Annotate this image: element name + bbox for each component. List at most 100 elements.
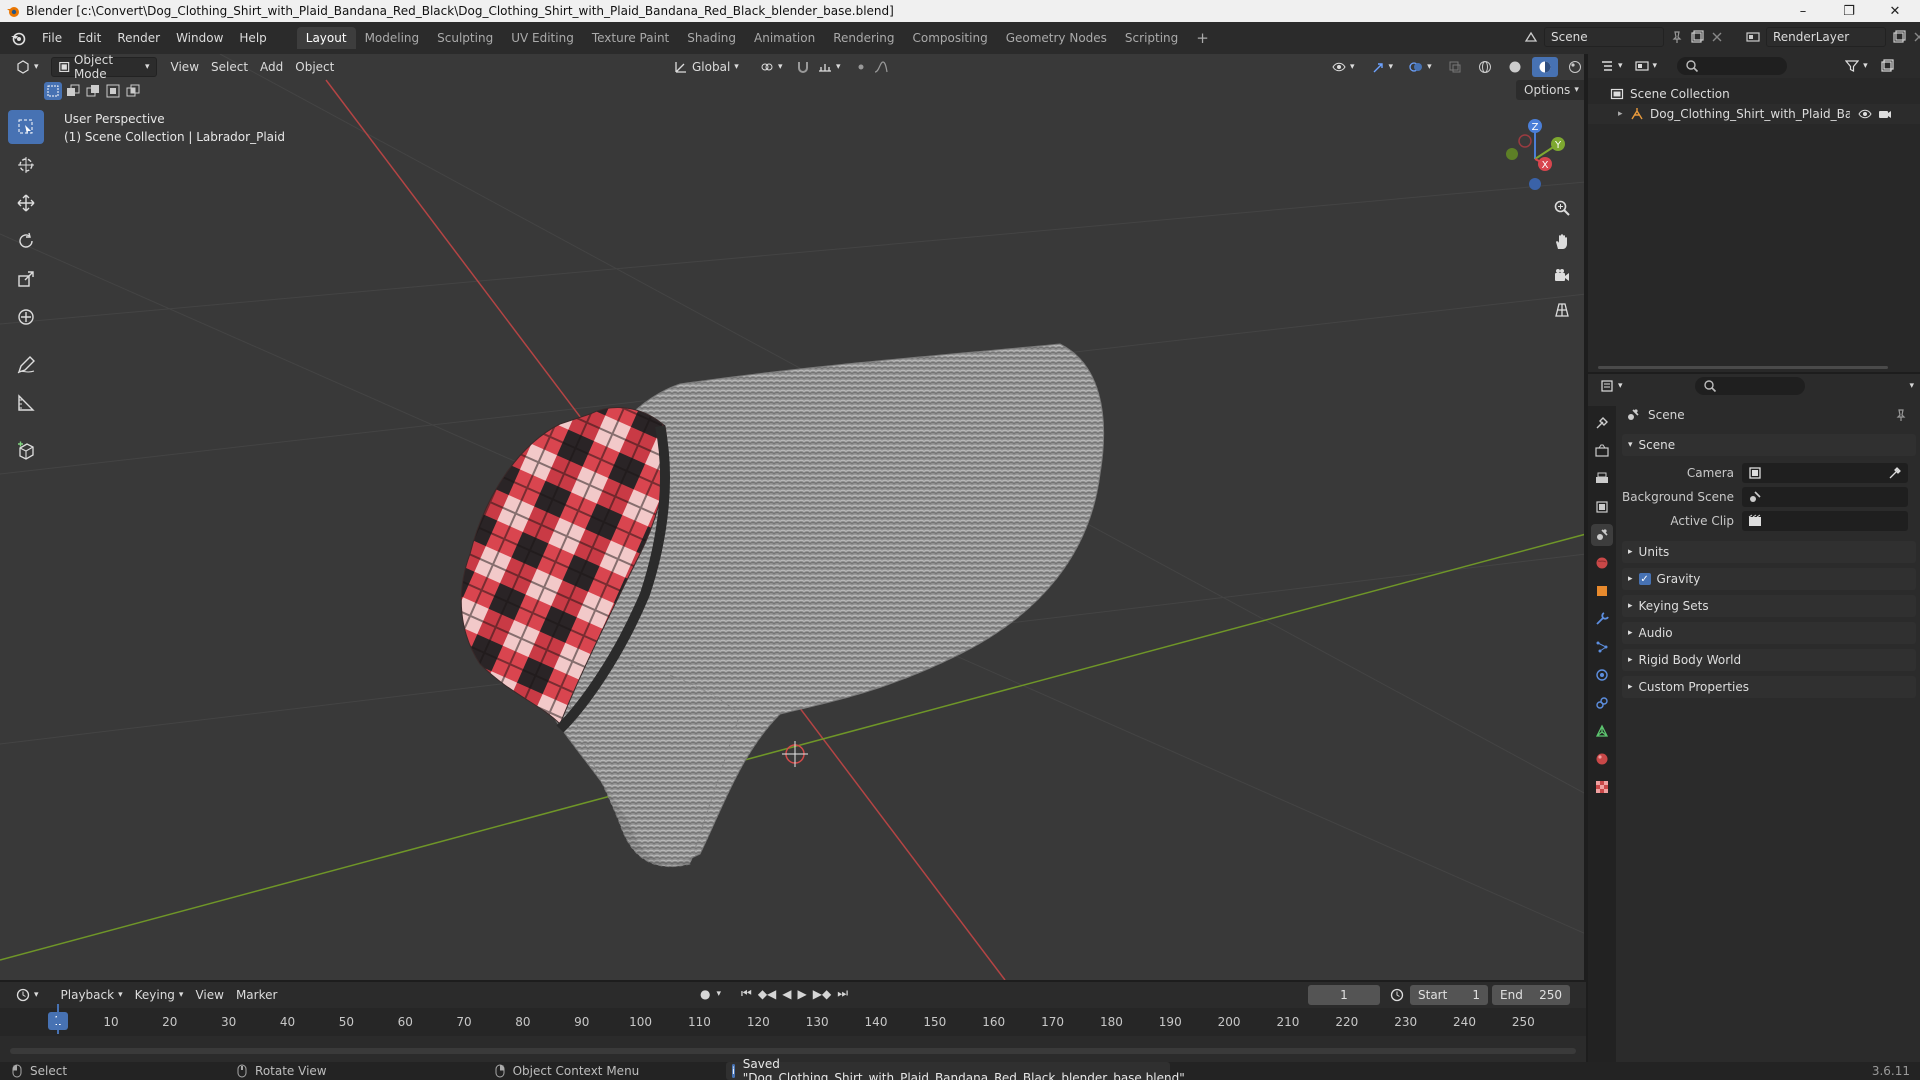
gravity-checkbox[interactable]: ✓ — [1638, 573, 1651, 585]
tab-view-layer[interactable] — [1591, 496, 1613, 518]
add-cube-tool[interactable] — [8, 434, 44, 468]
timeline-scrollbar[interactable] — [10, 1048, 1576, 1054]
workspace-tab-animation[interactable]: Animation — [745, 27, 824, 49]
active-clip-field[interactable] — [1742, 511, 1908, 531]
navigation-gizmo[interactable]: Z Y X — [1488, 114, 1578, 204]
eyedropper-icon[interactable] — [1888, 466, 1902, 480]
menu-file[interactable]: File — [34, 31, 70, 45]
start-frame-field[interactable]: Start 1 — [1410, 985, 1488, 1005]
select-box-tool[interactable] — [8, 110, 44, 144]
timeline-editor-type-button[interactable]: ▾ — [10, 985, 45, 1005]
tab-modifiers[interactable] — [1591, 608, 1613, 630]
select-new-button[interactable] — [44, 82, 62, 100]
ortho-toggle-button[interactable] — [1548, 296, 1576, 324]
background-scene-field[interactable] — [1742, 487, 1908, 507]
outliner-scrollbar[interactable] — [1598, 366, 1888, 369]
workspace-tab-uv-editing[interactable]: UV Editing — [502, 27, 583, 49]
viewport-menu-add[interactable]: Add — [254, 57, 289, 77]
minimize-button[interactable]: – — [1780, 0, 1826, 22]
panel-keying-sets-header[interactable]: ▸ Keying Sets — [1622, 595, 1916, 617]
menu-help[interactable]: Help — [231, 31, 274, 45]
play-button[interactable]: ▶ — [798, 987, 807, 1001]
mode-selector[interactable]: Object Mode ▾ — [50, 54, 157, 81]
panel-gravity-header[interactable]: ▸ ✓ Gravity — [1622, 568, 1916, 590]
pan-button[interactable] — [1548, 228, 1576, 256]
snap-target-selector[interactable]: ▾ — [812, 57, 847, 77]
xray-toggle[interactable] — [1442, 57, 1468, 77]
select-extend-button[interactable] — [64, 82, 82, 100]
pin-icon[interactable] — [1670, 30, 1684, 44]
tab-object[interactable] — [1591, 580, 1613, 602]
tab-particles[interactable] — [1591, 636, 1613, 658]
options-dropdown[interactable]: Options ▾ — [1516, 80, 1584, 100]
tab-render[interactable] — [1591, 440, 1613, 462]
delete-scene-icon[interactable] — [1710, 30, 1724, 44]
record-button[interactable]: ● — [700, 987, 710, 1001]
shading-solid-button[interactable] — [1502, 57, 1528, 77]
workspace-tab-layout[interactable]: Layout — [296, 27, 356, 49]
viewport-scene[interactable] — [0, 54, 1586, 980]
3d-viewport[interactable]: ▾ Object Mode ▾ View Select Add Object G… — [0, 54, 1586, 980]
timeline-menu-keying[interactable]: Keying ▾ — [129, 985, 190, 1005]
tab-material[interactable] — [1591, 748, 1613, 770]
visibility-toggle[interactable]: ▾ — [1326, 57, 1361, 77]
scene-selector[interactable]: Scene — [1544, 27, 1664, 47]
zoom-button[interactable] — [1548, 194, 1576, 222]
timeline-menu-marker[interactable]: Marker — [230, 985, 283, 1005]
shading-rendered-button[interactable]: ▾ — [1562, 57, 1584, 77]
jump-end-button[interactable]: ⏭ — [837, 986, 848, 1001]
menu-edit[interactable]: Edit — [70, 31, 109, 45]
workspace-tab-texture-paint[interactable]: Texture Paint — [583, 27, 678, 49]
workspace-tab-scripting[interactable]: Scripting — [1116, 27, 1187, 49]
timeline-menu-view[interactable]: View — [189, 985, 229, 1005]
viewport-menu-view[interactable]: View — [165, 57, 205, 77]
select-intersect-button[interactable] — [124, 82, 142, 100]
delete-view-layer-icon[interactable] — [1912, 30, 1920, 44]
select-subtract-button[interactable] — [84, 82, 102, 100]
display-mode-selector[interactable]: ▾ — [1629, 56, 1664, 76]
outliner-filter-button[interactable]: ▾ — [1839, 56, 1874, 76]
view-layer-selector[interactable]: RenderLayer — [1766, 27, 1886, 47]
move-tool[interactable] — [8, 186, 44, 220]
eye-icon[interactable] — [1858, 107, 1872, 121]
transform-orientation-selector[interactable]: Global ▾ — [668, 57, 745, 77]
tab-constraints[interactable] — [1591, 692, 1613, 714]
editor-type-button[interactable]: ▾ — [10, 57, 45, 77]
viewport-menu-object[interactable]: Object — [289, 57, 340, 77]
camera-field[interactable] — [1742, 463, 1908, 483]
gizmos-toggle[interactable]: ▾ — [1365, 57, 1400, 77]
chevron-down-icon[interactable]: ▾ — [1909, 381, 1914, 391]
timeline-ruler[interactable]: 10 20 30 40 50 60 70 80 90 100 110 120 130 140 150 160 1… — [0, 1008, 1586, 1036]
pin-icon[interactable] — [1894, 408, 1908, 422]
jump-next-keyframe-button[interactable]: ▶◆ — [813, 987, 831, 1001]
outliner-editor-type-button[interactable]: ▾ — [1594, 56, 1629, 76]
camera-view-button[interactable] — [1548, 262, 1576, 290]
jump-prev-keyframe-button[interactable]: ◆◀ — [758, 987, 776, 1001]
timeline-menu-playback[interactable]: Playback ▾ — [55, 985, 129, 1005]
current-frame-field[interactable]: 1 — [1308, 985, 1380, 1005]
menu-window[interactable]: Window — [168, 31, 231, 45]
tab-texture[interactable] — [1591, 776, 1613, 798]
viewport-menu-select[interactable]: Select — [205, 57, 254, 77]
tab-world[interactable] — [1591, 552, 1613, 574]
scene-icon[interactable] — [1524, 30, 1538, 44]
panel-custom-properties-header[interactable]: ▸ Custom Properties — [1622, 676, 1916, 698]
view-layer-icon[interactable] — [1746, 30, 1760, 44]
close-button[interactable]: ✕ — [1872, 0, 1918, 22]
rotate-tool[interactable] — [8, 224, 44, 258]
annotate-tool[interactable] — [8, 348, 44, 382]
new-scene-icon[interactable] — [1690, 30, 1704, 44]
properties-editor-type-button[interactable]: ▾ — [1594, 376, 1629, 396]
tab-output[interactable] — [1591, 468, 1613, 490]
transform-tool[interactable] — [8, 300, 44, 334]
new-collection-button[interactable] — [1874, 56, 1900, 76]
cursor-tool[interactable] — [8, 148, 44, 182]
tab-data[interactable] — [1591, 720, 1613, 742]
workspace-tab-sculpting[interactable]: Sculpting — [428, 27, 502, 49]
panel-audio-header[interactable]: ▸ Audio — [1622, 622, 1916, 644]
panel-units-header[interactable]: ▸ Units — [1622, 541, 1916, 563]
scale-tool[interactable] — [8, 262, 44, 296]
overlays-toggle[interactable]: ▾ — [1403, 57, 1438, 77]
workspace-tab-modeling[interactable]: Modeling — [356, 27, 429, 49]
tab-scene[interactable] — [1591, 524, 1613, 546]
